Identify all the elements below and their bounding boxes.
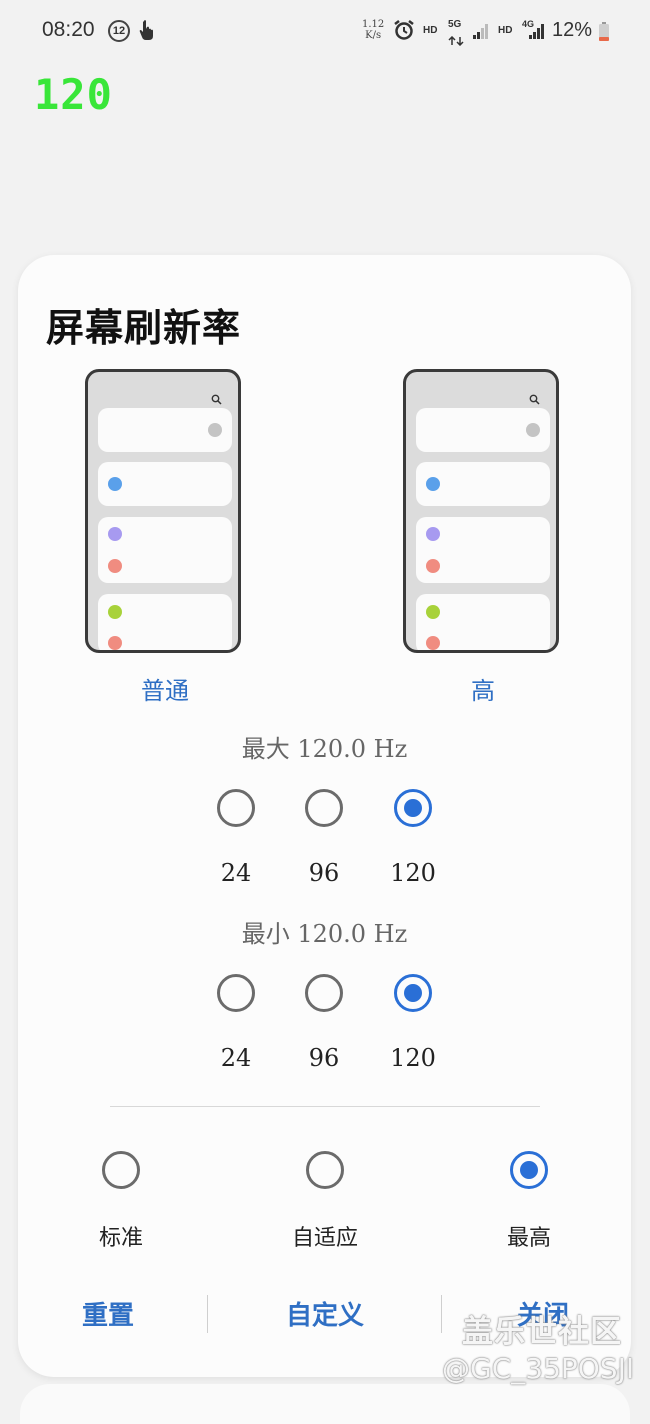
hd-label-1: HD <box>423 25 438 36</box>
preview-card <box>98 408 232 452</box>
data-arrows-icon <box>448 31 464 50</box>
preset-radio-adaptive[interactable] <box>306 1151 344 1189</box>
mode-high-label[interactable]: 高 <box>405 671 561 706</box>
network-type-5g: 5G <box>448 19 462 30</box>
preview-high-phone[interactable] <box>403 369 559 653</box>
preview-card <box>416 408 550 452</box>
status-time: 08:20 <box>42 18 95 41</box>
reset-button[interactable]: 重置 <box>48 1295 168 1337</box>
hd-label-2: HD <box>498 25 513 36</box>
max-refresh-label: 最大 120.0 Hz <box>241 735 408 763</box>
search-icon <box>211 390 222 409</box>
max-option-label: 96 <box>308 859 340 887</box>
alarm-icon <box>393 19 415 45</box>
section-divider <box>110 1106 540 1107</box>
min-option-label: 120 <box>390 1044 436 1072</box>
preview-dot <box>108 636 122 650</box>
underlying-sheet-edge <box>20 1384 630 1424</box>
preset-highest-label: 最高 <box>506 1226 551 1251</box>
min-option-label: 24 <box>220 1044 252 1072</box>
battery-percentage: 12% <box>552 19 593 41</box>
max-option-label: 24 <box>220 859 252 887</box>
button-divider <box>441 1295 442 1333</box>
max-radio-96[interactable] <box>305 789 343 827</box>
preview-dot <box>426 527 440 541</box>
preview-dot <box>108 605 122 619</box>
min-radio-24[interactable] <box>217 974 255 1012</box>
preset-radio-standard[interactable] <box>102 1151 140 1189</box>
min-radio-120[interactable] <box>394 974 432 1012</box>
signal-strength-icon-2 <box>528 22 546 44</box>
preview-dot <box>208 423 222 437</box>
min-refresh-label: 最小 120.0 Hz <box>241 920 408 948</box>
preview-dot <box>426 477 440 491</box>
custom-button[interactable]: 自定义 <box>264 1295 386 1337</box>
preview-dot <box>526 423 540 437</box>
preview-dot <box>426 636 440 650</box>
search-icon <box>529 390 540 409</box>
preset-radio-highest[interactable] <box>510 1151 548 1189</box>
network-speed: 1.12 K/s <box>362 19 384 41</box>
max-option-label: 120 <box>390 859 436 887</box>
signal-strength-icon-1 <box>472 22 490 44</box>
preview-card <box>416 462 550 506</box>
preview-dot <box>108 477 122 491</box>
dialog-title: 屏幕刷新率 <box>46 305 242 350</box>
battery-icon <box>598 22 610 46</box>
fps-counter-overlay: 120 <box>34 70 113 119</box>
preview-card <box>98 517 232 583</box>
max-radio-24[interactable] <box>217 789 255 827</box>
preview-dot <box>108 559 122 573</box>
preset-standard-label: 标准 <box>98 1226 143 1251</box>
max-radio-120[interactable] <box>394 789 432 827</box>
preset-adaptive-label: 自适应 <box>291 1226 358 1251</box>
network-speed-value: 1.12 <box>362 19 385 30</box>
network-speed-unit: K/s <box>365 30 382 41</box>
preview-normal-phone[interactable] <box>85 369 241 653</box>
notification-count-badge: 12 <box>108 20 130 42</box>
status-bar: 08:20 12 1.12 K/s HD 5G HD 4G 12% <box>0 0 650 64</box>
refresh-rate-dialog: 屏幕刷新率 普通 高 最大 120.0 Hz 24 96 120 最小 120.… <box>18 255 631 1377</box>
watermark-user-handle: @GC_35POSJI <box>442 1352 635 1385</box>
preview-dot <box>426 559 440 573</box>
preview-dot <box>426 605 440 619</box>
button-divider <box>207 1295 208 1333</box>
preview-card <box>416 517 550 583</box>
preview-dot <box>108 527 122 541</box>
preview-card <box>416 594 550 650</box>
touch-hand-icon <box>139 19 155 45</box>
min-option-label: 96 <box>308 1044 340 1072</box>
mode-normal-label[interactable]: 普通 <box>87 671 243 706</box>
preview-card <box>98 594 232 650</box>
min-radio-96[interactable] <box>305 974 343 1012</box>
preview-card <box>98 462 232 506</box>
watermark-community: 盖乐世社区 <box>462 1314 622 1350</box>
